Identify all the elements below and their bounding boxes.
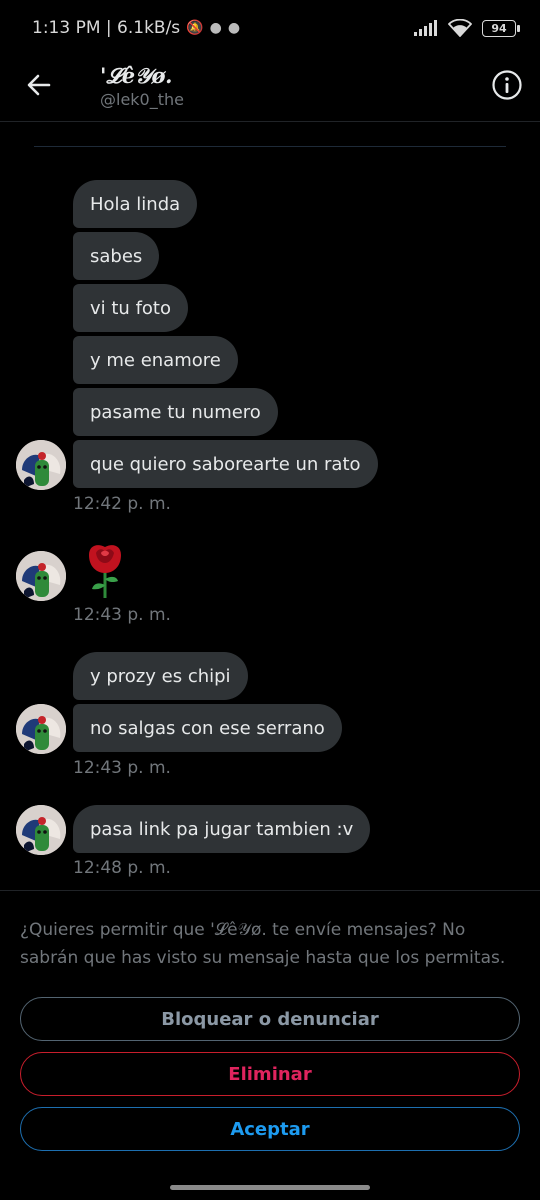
contact-name[interactable]: '𝓛ê𝒴ø.: [100, 63, 172, 89]
status-bar: 1:13 PM | 6.1kB/s 🔕 ● ● 94: [0, 0, 540, 60]
message-bubble[interactable]: vi tu foto: [73, 284, 188, 332]
request-panel-divider: [0, 890, 540, 891]
message-bubble[interactable]: sabes: [73, 232, 160, 280]
message-request-prompt: ¿Quieres permitir que '𝓛ê𝒴ø. te envíe me…: [20, 920, 506, 968]
rose-emoji[interactable]: [84, 541, 126, 599]
message-bubble[interactable]: que quiero saborearte un rato: [73, 440, 378, 488]
message-timestamp: 12:48 p. m.: [73, 858, 171, 878]
avatar[interactable]: [16, 704, 66, 754]
avatar[interactable]: [16, 551, 66, 601]
accept-button[interactable]: Aceptar: [20, 1107, 520, 1151]
message-timestamp: 12:43 p. m.: [73, 758, 171, 778]
avatar[interactable]: [16, 805, 66, 855]
message-bubble[interactable]: no salgas con ese serrano: [73, 704, 342, 752]
app-notification-icon: ●: [227, 20, 241, 36]
wifi-icon: [448, 19, 472, 37]
block-or-report-button[interactable]: Bloquear o denunciar: [20, 997, 520, 1041]
conversation-divider: [34, 146, 506, 147]
signal-icon: [414, 20, 438, 36]
status-left: 1:13 PM | 6.1kB/s 🔕 ● ●: [32, 18, 240, 38]
battery-icon: 94: [482, 19, 520, 37]
arrow-left-icon[interactable]: [22, 68, 56, 102]
info-icon[interactable]: [491, 69, 523, 101]
mute-icon: 🔕: [186, 20, 204, 36]
message-bubble[interactable]: Hola linda: [73, 180, 198, 228]
message-timestamp: 12:43 p. m.: [73, 605, 171, 625]
app-notification-icon: ●: [209, 20, 222, 36]
contact-handle[interactable]: @lek0_the: [100, 90, 184, 109]
delete-button[interactable]: Eliminar: [20, 1052, 520, 1096]
message-bubble[interactable]: y me enamore: [73, 336, 238, 384]
avatar[interactable]: [16, 440, 66, 490]
status-right: 94: [414, 19, 520, 37]
message-timestamp: 12:42 p. m.: [73, 494, 171, 514]
message-bubble[interactable]: y prozy es chipi: [73, 652, 248, 700]
message-bubble[interactable]: pasame tu numero: [73, 388, 278, 436]
conversation-header: '𝓛ê𝒴ø. @lek0_the: [0, 60, 540, 122]
status-time-speed: 1:13 PM | 6.1kB/s: [32, 18, 181, 38]
home-indicator[interactable]: [170, 1185, 370, 1190]
message-bubble[interactable]: pasa link pa jugar tambien :v: [73, 805, 371, 853]
